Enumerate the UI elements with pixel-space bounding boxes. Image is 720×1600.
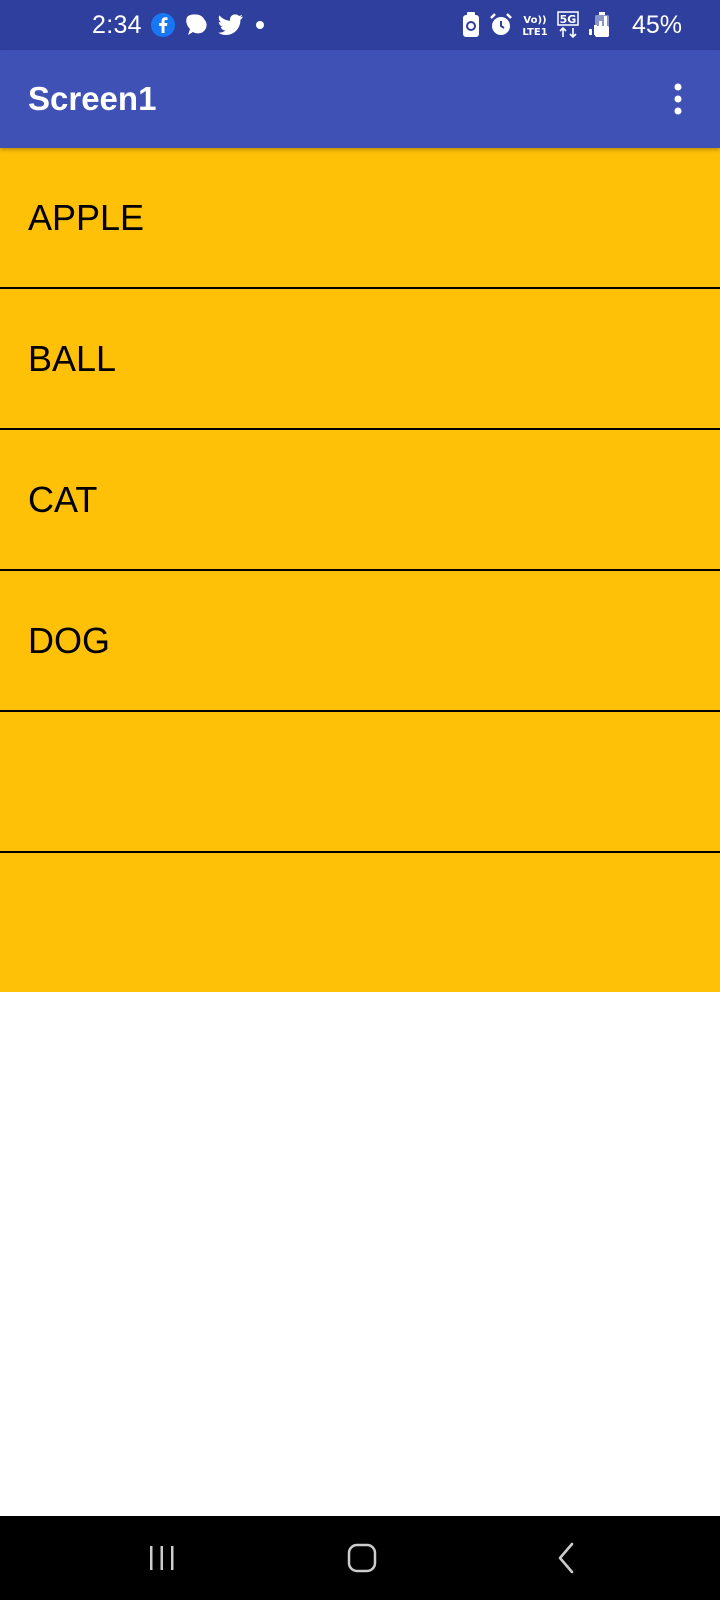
facebook-icon: [150, 12, 176, 38]
list-item-label: DOG: [28, 619, 111, 661]
volte-icon: Vo)) LTE1: [522, 12, 548, 38]
svg-text:Vo)): Vo)): [523, 15, 546, 26]
list-item-cat[interactable]: CAT: [0, 430, 720, 571]
overflow-menu-button[interactable]: [658, 79, 698, 119]
system-nav-bar: [0, 1516, 720, 1600]
list-item-label: CAT: [28, 478, 98, 520]
list-item-label: BALL: [28, 337, 117, 379]
list-item-ball[interactable]: BALL: [0, 289, 720, 430]
list-item-label: APPLE: [28, 196, 145, 238]
item-list: APPLE BALL CAT DOG: [0, 148, 720, 992]
page-title: Screen1: [28, 80, 157, 117]
battery-level-icon: [594, 12, 610, 38]
status-icons: Vo)) LTE1 5G: [462, 0, 610, 50]
recents-icon: [150, 1546, 174, 1570]
back-button[interactable]: [516, 1516, 616, 1600]
home-icon: [347, 1543, 377, 1573]
back-icon: [558, 1542, 574, 1574]
recents-button[interactable]: [112, 1516, 212, 1600]
battery-saver-icon: [462, 12, 480, 38]
status-time: 2:34: [92, 10, 142, 39]
list-item-empty-1[interactable]: [0, 712, 720, 853]
notification-dot-icon: [252, 17, 268, 33]
list-item-dog[interactable]: DOG: [0, 571, 720, 712]
home-button[interactable]: [312, 1516, 412, 1600]
status-bar: 2:34 Vo)) LTE1 5G 45%: [0, 0, 720, 50]
twitter-icon: [217, 13, 244, 37]
status-left: 2:34: [92, 0, 268, 50]
svg-text:LTE1: LTE1: [522, 27, 547, 38]
svg-text:5G: 5G: [560, 13, 577, 26]
alarm-icon: [489, 13, 513, 37]
app-bar: Screen1: [0, 50, 720, 148]
messenger-icon: [184, 12, 210, 38]
list-item-apple[interactable]: APPLE: [0, 148, 720, 289]
overflow-menu-icon: [674, 83, 682, 115]
battery-percent: 45%: [631, 10, 682, 39]
list-item-empty-2[interactable]: [0, 853, 720, 992]
5g-icon: 5G: [557, 11, 579, 39]
